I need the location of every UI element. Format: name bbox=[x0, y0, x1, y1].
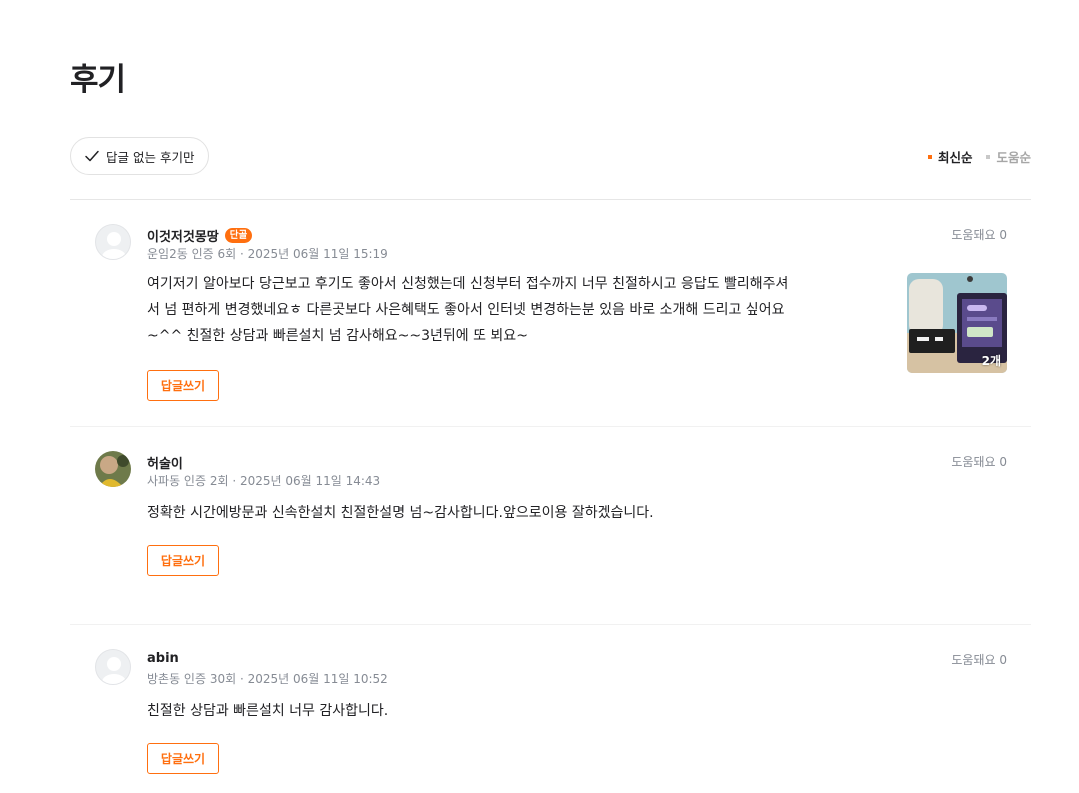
helpful-button[interactable]: 도움돼요 0 bbox=[951, 453, 1007, 470]
review-item: 허술이 사파동 인증 2회 · 2025년 06월 11일 14:43 도움돼요… bbox=[95, 451, 1007, 581]
default-avatar-icon bbox=[95, 649, 131, 685]
helpful-button[interactable]: 도움돼요 0 bbox=[951, 651, 1007, 668]
review-body: 친절한 상담과 빠른설치 너무 감사합니다. bbox=[147, 698, 388, 724]
review-divider bbox=[70, 426, 1031, 427]
write-reply-button[interactable]: 답글쓰기 bbox=[147, 743, 219, 774]
sort-tabs: 최신순 도움순 bbox=[927, 147, 1031, 166]
write-reply-button[interactable]: 답글쓰기 bbox=[147, 545, 219, 576]
sort-latest-tab[interactable]: 최신순 bbox=[927, 147, 973, 166]
user-photo-avatar bbox=[95, 451, 131, 487]
selected-dot-icon bbox=[927, 154, 932, 159]
header-divider bbox=[70, 199, 1031, 200]
check-icon bbox=[85, 150, 99, 162]
author-name: 허술이 bbox=[147, 457, 183, 472]
write-reply-button[interactable]: 답글쓰기 bbox=[147, 370, 219, 401]
filter-label: 답글 없는 후기만 bbox=[106, 149, 195, 165]
review-meta: 사파동 인증 2회 · 2025년 06월 11일 14:43 bbox=[147, 474, 381, 488]
no-reply-filter-button[interactable]: 답글 없는 후기만 bbox=[70, 137, 210, 175]
review-body: 정확한 시간에방문과 신속한설치 친절한설명 넘~감사합니다.앞으로이용 잘하겠… bbox=[147, 500, 654, 526]
review-divider bbox=[70, 624, 1031, 625]
review-body: 여기저기 알아보다 당근보고 후기도 좋아서 신청했는데 신청부터 접수까지 너… bbox=[147, 271, 788, 349]
review-photo-thumbnail[interactable]: 2개 bbox=[907, 273, 1007, 373]
author-name: 이것저것몽땅 bbox=[147, 230, 219, 245]
review-body-line: 정확한 시간에방문과 신속한설치 친절한설명 넘~감사합니다.앞으로이용 잘하겠… bbox=[147, 505, 654, 521]
photo-count: 2개 bbox=[981, 354, 1001, 368]
sort-latest-label: 최신순 bbox=[937, 150, 973, 165]
unselected-dot-icon bbox=[986, 154, 991, 159]
regular-badge: 단골 bbox=[224, 228, 253, 243]
sort-helpful-tab[interactable]: 도움순 bbox=[986, 147, 1031, 166]
review-meta: 방촌동 인증 30회 · 2025년 06월 11일 10:52 bbox=[147, 672, 388, 686]
author-name: abin bbox=[147, 651, 179, 666]
review-item: abin 방촌동 인증 30회 · 2025년 06월 11일 10:52 도움… bbox=[95, 649, 1007, 779]
review-item: 이것저것몽땅 단골 운임2동 인증 6회 · 2025년 06월 11일 15:… bbox=[95, 224, 1007, 404]
default-avatar-icon bbox=[95, 224, 131, 260]
review-body-line: 친절한 상담과 빠른설치 너무 감사합니다. bbox=[147, 703, 389, 719]
sort-helpful-label: 도움순 bbox=[996, 150, 1031, 165]
helpful-button[interactable]: 도움돼요 0 bbox=[951, 226, 1007, 243]
review-meta: 운임2동 인증 6회 · 2025년 06월 11일 15:19 bbox=[147, 247, 388, 261]
review-body-line: ~^^ 친절한 상담과 빠른설치 넘 감사해요~~3년뒤에 또 뵈요~ bbox=[147, 328, 528, 344]
review-body-line: 여기저기 알아보다 당근보고 후기도 좋아서 신청했는데 신청부터 접수까지 너… bbox=[147, 276, 789, 292]
review-body-line: 서 넘 편하게 변경했네요ㅎ 다른곳보다 사은혜택도 좋아서 인터넷 변경하는분… bbox=[147, 302, 785, 318]
page-title: 후기 bbox=[70, 62, 126, 98]
